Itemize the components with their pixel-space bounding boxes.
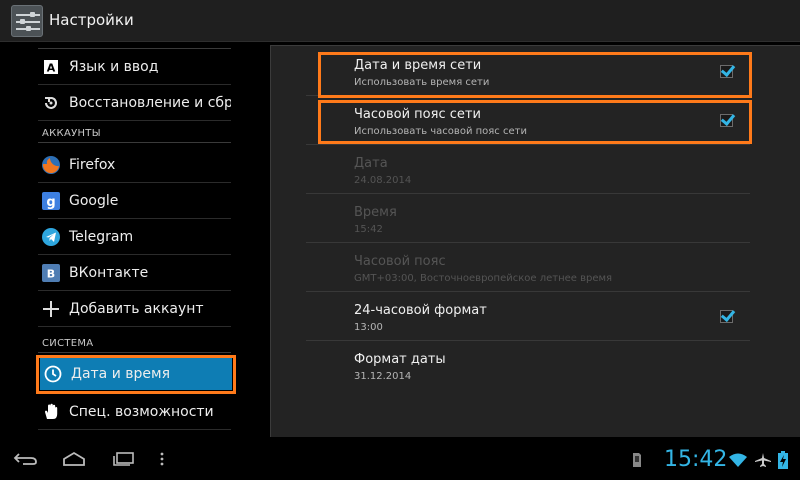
- pref-time[interactable]: Время 15:42: [306, 194, 750, 243]
- highlight-box-network-time: [318, 52, 752, 98]
- highlight-box-date-time: [36, 355, 236, 394]
- action-bar: Настройки: [0, 0, 800, 42]
- hand-icon: [41, 402, 61, 422]
- sidebar-item-backup-reset[interactable]: Восстановление и сброс: [38, 85, 231, 121]
- restore-icon: [41, 93, 61, 113]
- pref-date-format[interactable]: Формат даты 31.12.2014: [306, 341, 750, 390]
- back-icon: [13, 453, 37, 465]
- sidebar-item-label: Язык и ввод: [69, 58, 159, 75]
- battery-charging-icon: [778, 451, 788, 469]
- sidebar-item-vkontakte[interactable]: B ВКонтакте: [38, 255, 231, 291]
- pref-title: 24-часовой формат: [354, 303, 487, 318]
- vk-icon: B: [41, 263, 61, 283]
- plus-icon: [41, 299, 61, 319]
- highlight-box-network-timezone: [318, 100, 752, 144]
- sidebar-item-firefox[interactable]: Firefox: [38, 147, 231, 183]
- svg-text:B: B: [47, 267, 55, 280]
- google-icon: g: [41, 191, 61, 211]
- pref-timezone[interactable]: Часовой пояс GMT+03:00, Восточноевропейс…: [306, 243, 750, 292]
- pref-title: Формат даты: [354, 352, 446, 367]
- wifi-icon: [728, 452, 748, 468]
- airplane-mode-icon: [754, 452, 772, 468]
- status-clock: 15:42: [664, 447, 728, 472]
- pref-summary: 31.12.2014: [354, 371, 412, 382]
- sd-card-icon: [632, 452, 642, 468]
- telegram-icon: [41, 227, 61, 247]
- firefox-icon: [41, 155, 61, 175]
- pref-title: Время: [354, 205, 397, 220]
- settings-icon[interactable]: [11, 5, 43, 37]
- recent-apps-icon: [113, 452, 134, 466]
- sidebar-item-label: Firefox: [69, 156, 116, 173]
- back-button[interactable]: [12, 448, 40, 470]
- sidebar-item-label: ВКонтакте: [69, 264, 149, 281]
- sidebar-item-telegram[interactable]: Telegram: [38, 219, 231, 255]
- sidebar-item-accessibility[interactable]: Спец. возможности: [38, 394, 231, 430]
- pref-title: Дата: [354, 156, 388, 171]
- pref-title: Часовой пояс: [354, 254, 446, 269]
- home-icon: [63, 451, 85, 466]
- pref-24-hour-format[interactable]: 24-часовой формат 13:00: [306, 292, 750, 341]
- section-header-accounts: АККАУНТЫ: [42, 128, 101, 139]
- pref-summary: 13:00: [354, 322, 383, 333]
- sidebar-item-add-account[interactable]: Добавить аккаунт: [38, 291, 231, 327]
- overflow-menu-icon: [160, 452, 164, 466]
- recent-apps-button[interactable]: [110, 448, 138, 470]
- sidebar-item-google[interactable]: g Google: [38, 183, 231, 219]
- svg-text:g: g: [46, 195, 55, 210]
- section-header-system: СИСТЕМА: [42, 338, 94, 349]
- pref-date[interactable]: Дата 24.08.2014: [306, 145, 750, 194]
- sidebar-item-label: Добавить аккаунт: [69, 300, 204, 317]
- pref-summary: 15:42: [354, 224, 383, 235]
- pref-summary: GMT+03:00, Восточноевропейское летнее вр…: [354, 273, 613, 284]
- sidebar-item-label: Спец. возможности: [69, 403, 214, 420]
- keyboard-icon: A: [41, 57, 61, 77]
- app-title: Настройки: [49, 11, 134, 29]
- sidebar-item-label: Telegram: [69, 228, 134, 245]
- sidebar-item-label: Восстановление и сброс: [69, 94, 231, 111]
- sidebar-item-language-input[interactable]: A Язык и ввод: [38, 49, 231, 85]
- svg-text:A: A: [47, 61, 56, 74]
- 24-hour-checkbox[interactable]: [720, 310, 733, 323]
- pref-summary: 24.08.2014: [354, 175, 412, 186]
- menu-button[interactable]: [156, 448, 168, 470]
- home-button[interactable]: [60, 448, 88, 470]
- sidebar-item-label: Google: [69, 192, 119, 209]
